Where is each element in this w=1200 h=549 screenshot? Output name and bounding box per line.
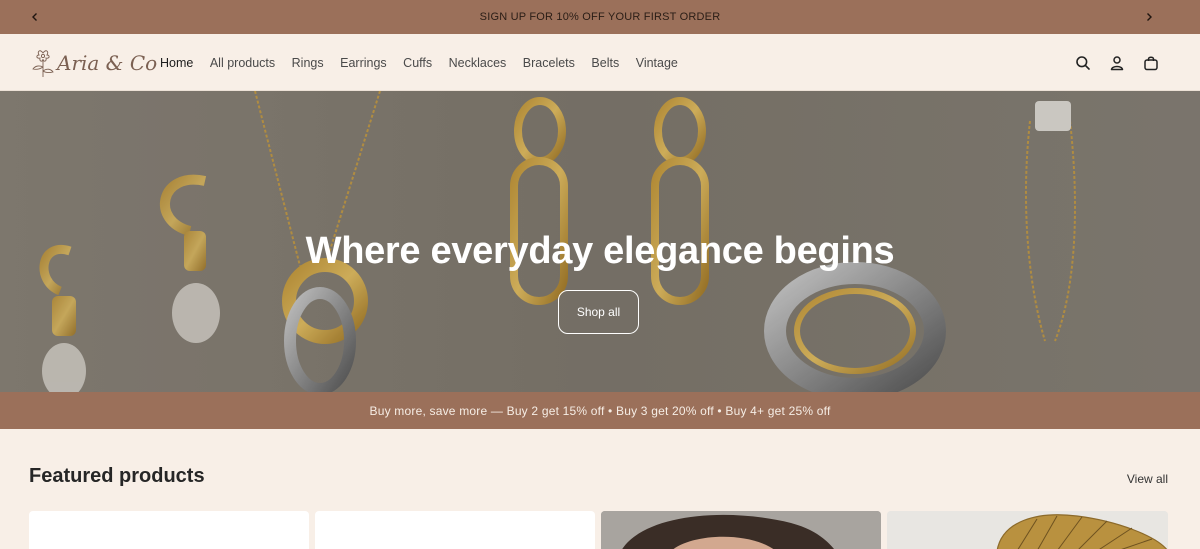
logo-text: Aria & Co	[57, 51, 158, 75]
view-all-link[interactable]: View all	[1127, 472, 1168, 486]
product-model-image	[601, 511, 881, 549]
nav-item-all-products[interactable]: All products	[210, 56, 275, 70]
nav-item-rings[interactable]: Rings	[292, 56, 324, 70]
nav-item-vintage[interactable]: Vintage	[636, 56, 678, 70]
nav-item-bracelets[interactable]: Bracelets	[523, 56, 575, 70]
flower-logo-icon	[32, 50, 54, 77]
promo-bar: Buy more, save more — Buy 2 get 15% off …	[0, 392, 1200, 429]
product-card[interactable]	[887, 511, 1168, 549]
shop-all-button[interactable]: Shop all	[558, 290, 639, 334]
nav-item-belts[interactable]: Belts	[591, 56, 619, 70]
nav-item-earrings[interactable]: Earrings	[340, 56, 387, 70]
promo-text: Buy more, save more — Buy 2 get 15% off …	[369, 403, 831, 418]
product-gold-image	[887, 511, 1168, 549]
nav-item-cuffs[interactable]: Cuffs	[403, 56, 432, 70]
search-icon[interactable]	[1074, 54, 1092, 72]
nav-item-necklaces[interactable]: Necklaces	[449, 56, 507, 70]
announcement-text: SIGN UP FOR 10% OFF YOUR FIRST ORDER	[479, 11, 721, 23]
product-card[interactable]	[601, 511, 881, 549]
product-card[interactable]	[315, 511, 595, 549]
announcement-bar: SIGN UP FOR 10% OFF YOUR FIRST ORDER	[0, 0, 1200, 34]
cart-icon[interactable]	[1142, 54, 1160, 72]
site-header: Aria & Co Home All products Rings Earrin…	[0, 34, 1200, 91]
hero-title: Where everyday elegance begins	[305, 230, 895, 272]
product-card[interactable]	[29, 511, 309, 549]
featured-products-heading: Featured products	[29, 465, 205, 487]
header-icons	[1074, 34, 1160, 91]
nav-item-home[interactable]: Home	[160, 56, 193, 70]
chevron-left-icon[interactable]	[20, 0, 50, 34]
logo[interactable]: Aria & Co	[30, 44, 157, 80]
main-nav: Home All products Rings Earrings Cuffs N…	[160, 34, 694, 91]
chevron-right-icon[interactable]	[1134, 0, 1164, 34]
account-icon[interactable]	[1108, 54, 1126, 72]
